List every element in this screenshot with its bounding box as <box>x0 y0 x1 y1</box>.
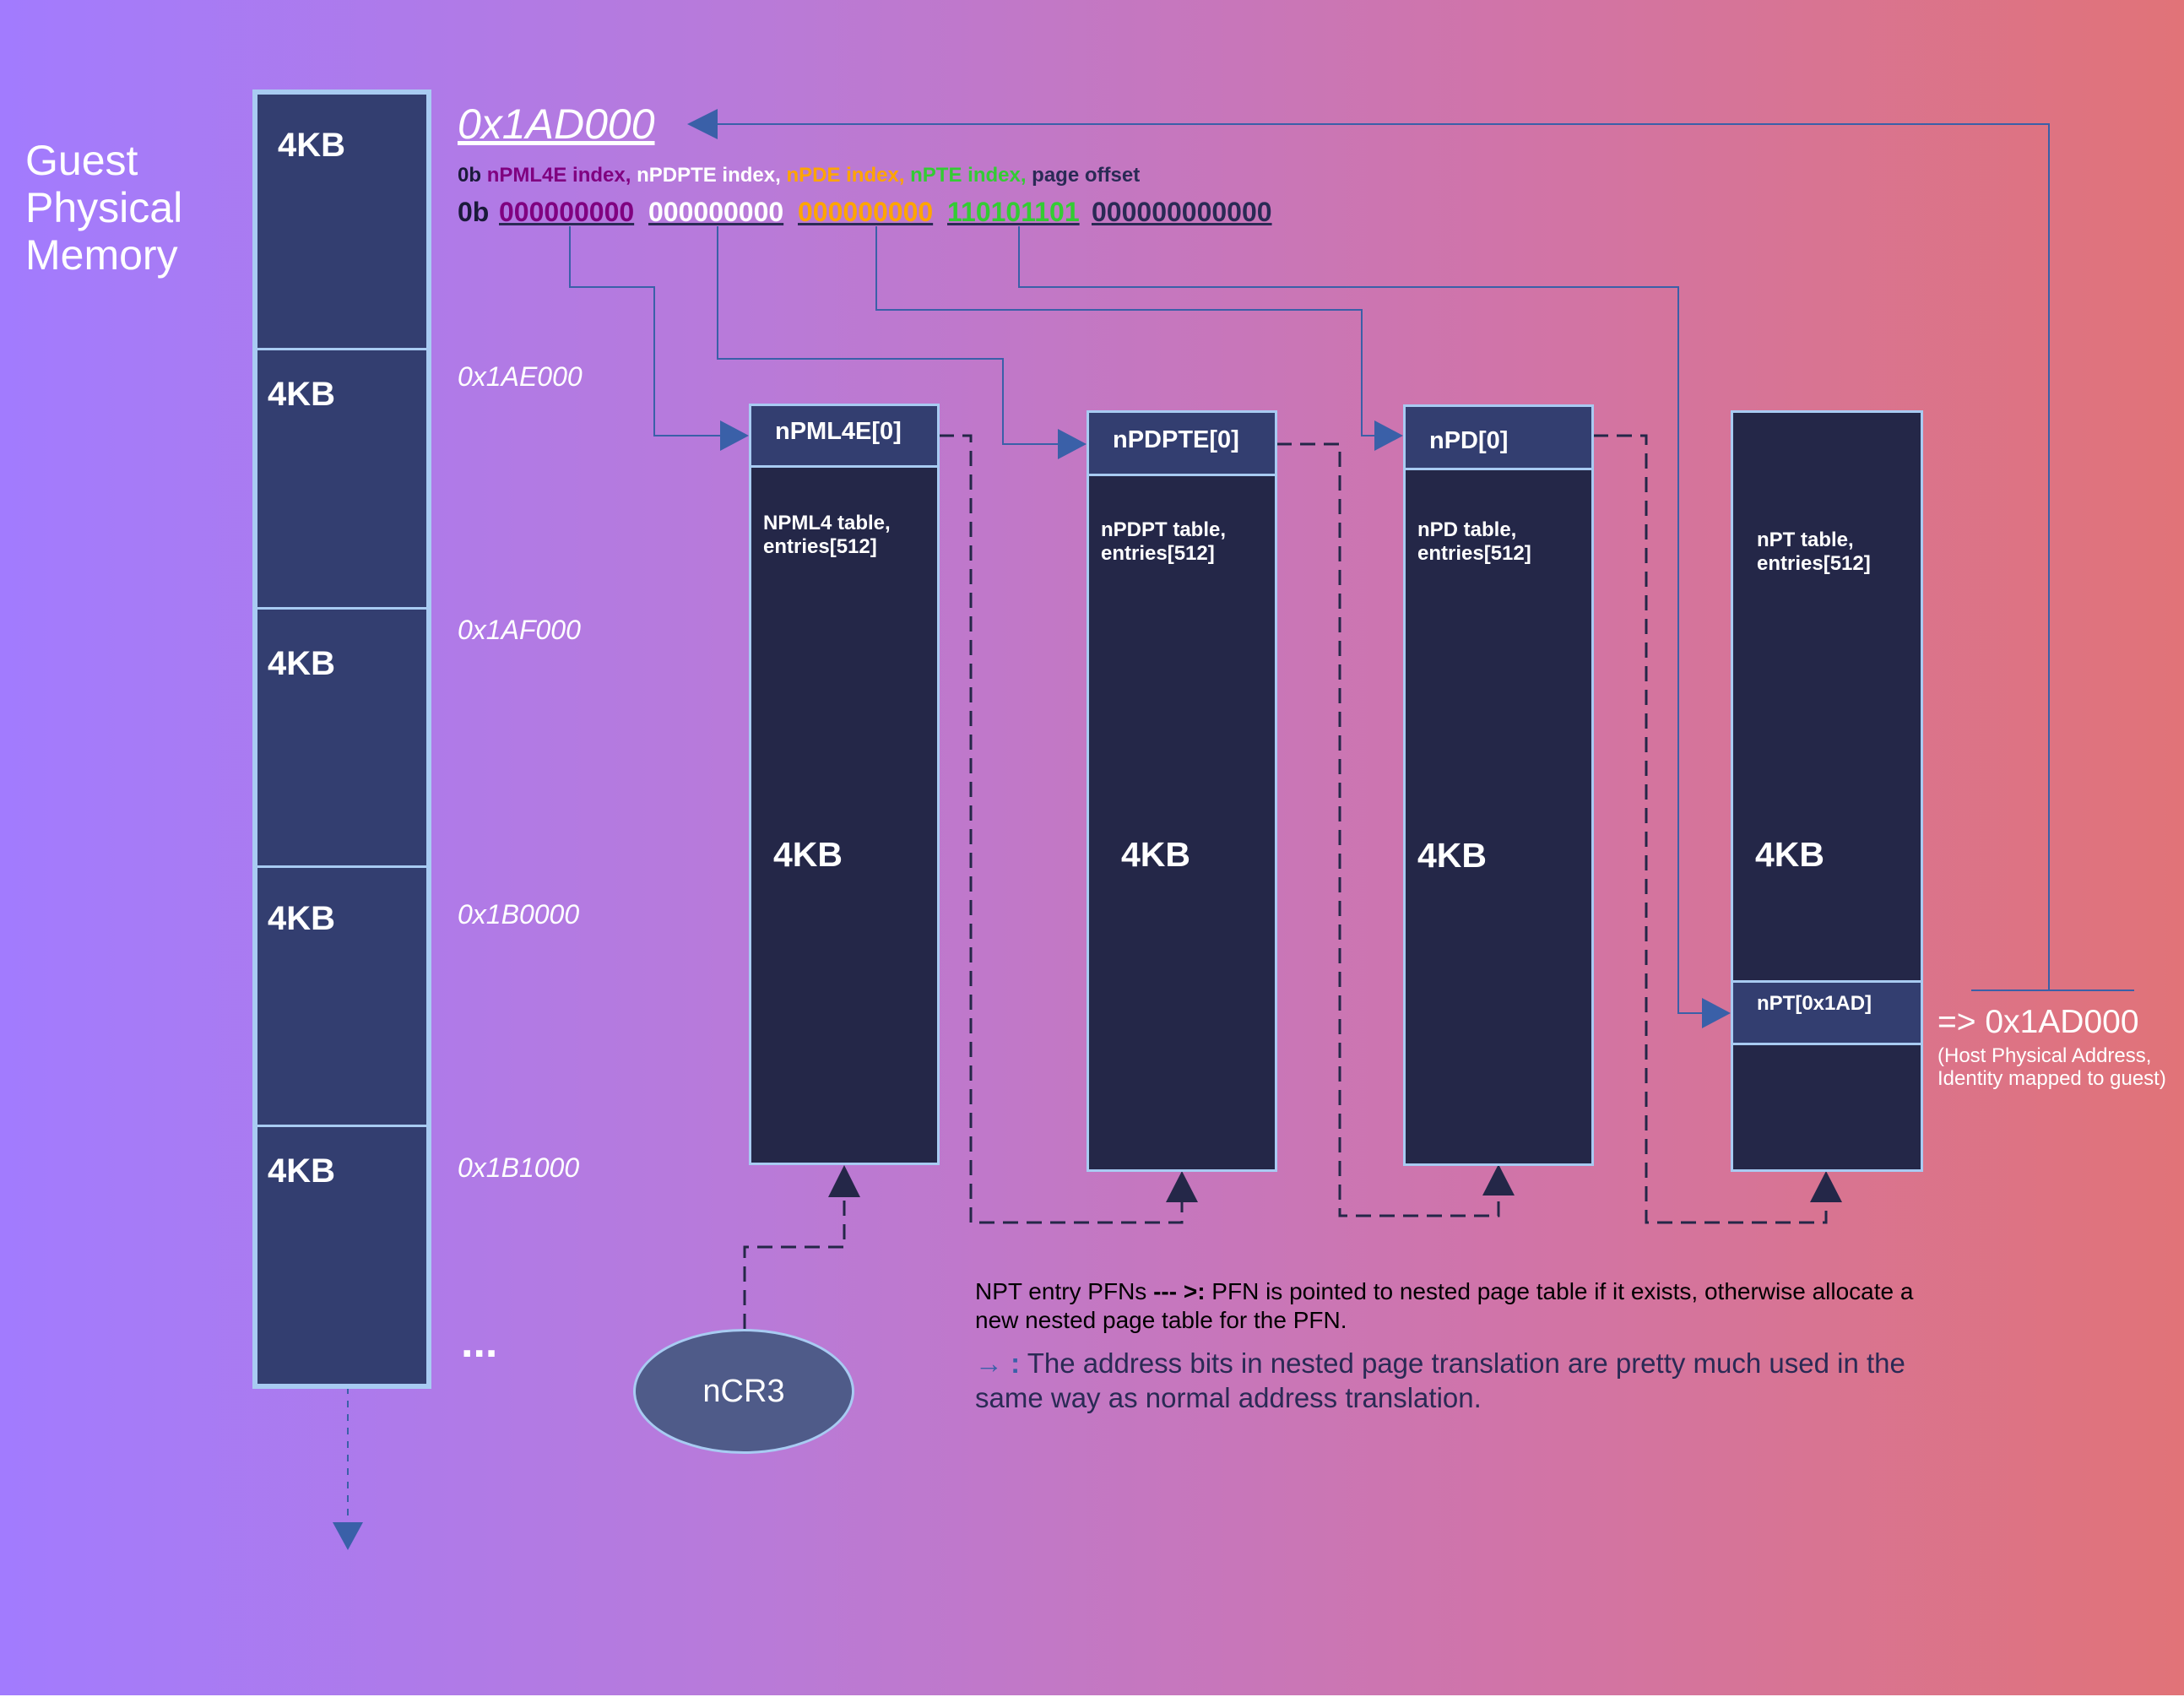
address-format-legend: 0b nPML4E index, nPDPTE index, nPDE inde… <box>458 164 1140 187</box>
ncr3-register: nCR3 <box>633 1329 854 1454</box>
table-description: nPT table, entries[512] <box>1757 529 1871 575</box>
memory-address-label: 0x1AF000 <box>458 615 581 645</box>
memory-block-size: 4KB <box>268 1152 336 1190</box>
result-note-1: (Host Physical Address, <box>1937 1044 2152 1067</box>
npdpte-arrowhead <box>1058 429 1087 459</box>
bits-npdpte: 000000000 <box>648 197 784 227</box>
memory-block: 4KB <box>252 607 431 869</box>
memory-address-label: 0x1AE000 <box>458 361 583 392</box>
ncr3-pfn-arrow <box>743 1190 846 1329</box>
npml4e-index-arrow <box>569 226 722 436</box>
guest-address-target: 0x1AD000 <box>458 100 655 148</box>
memory-ellipsis: ... <box>461 1318 498 1367</box>
memory-block: 4KB <box>252 1125 431 1389</box>
table-description: nPDPT table, entries[512] <box>1101 518 1227 565</box>
npd-table: nPD table, entries[512] 4KB <box>1403 404 1594 1166</box>
npt-entry: nPT[0x1AD] <box>1731 980 1923 1045</box>
pfn-note-c: PFN is pointed to nested page table if i… <box>1205 1278 1914 1304</box>
table-size: 4KB <box>773 835 843 874</box>
bits-npte: 110101101 <box>947 197 1080 227</box>
memory-block-size: 4KB <box>268 900 336 937</box>
memory-continuation-arrowhead <box>333 1522 363 1550</box>
npd-entry: nPD[0] <box>1403 404 1594 470</box>
pfn-note: NPT entry PFNs --- >: PFN is pointed to … <box>975 1278 1913 1305</box>
npdpte-entry: nPDPTE[0] <box>1087 410 1277 476</box>
table-size: 4KB <box>1121 835 1191 874</box>
npde-index-arrow <box>875 226 1376 436</box>
memory-block: 4KB <box>252 348 431 610</box>
pfn-note-a: NPT entry PFNs <box>975 1278 1154 1304</box>
npdpte-pfn-arrowhead <box>1482 1164 1515 1195</box>
diagram-title: Guest Physical Memory <box>25 137 182 279</box>
npml4-table: NPML4 table, entries[512] 4KB <box>749 404 940 1165</box>
bits-npde: 000000000 <box>798 197 934 227</box>
format-npte: nPTE index, <box>910 164 1027 187</box>
format-prefix: 0b <box>458 164 482 187</box>
memory-block-size: 4KB <box>268 645 336 682</box>
translation-note-colon: : <box>1003 1347 1021 1379</box>
table-description: nPD table, entries[512] <box>1417 518 1531 565</box>
pfn-note-line-2: new nested page table for the PFN. <box>975 1307 1347 1333</box>
memory-address-label: 0x1B1000 <box>458 1152 580 1183</box>
ncr3-arrowhead <box>828 1165 860 1197</box>
memory-block: 4KB <box>252 865 431 1127</box>
npdpt-table: nPDPT table, entries[512] 4KB <box>1087 410 1277 1172</box>
table-description: NPML4 table, entries[512] <box>763 512 891 558</box>
feedback-arrowhead <box>687 109 718 139</box>
bits-offset: 000000000000 <box>1092 197 1272 227</box>
npt-table: nPT table, entries[512] 4KB <box>1731 410 1923 1172</box>
npte-arrowhead <box>1702 998 1731 1028</box>
pfn-note-arrow: --- >: <box>1153 1278 1206 1304</box>
bits-prefix: 0b <box>458 197 490 227</box>
arrow-icon: → <box>975 1347 1003 1379</box>
title-line-2: Physical <box>25 184 183 231</box>
title-line-3: Memory <box>25 231 178 279</box>
format-offset: page offset <box>1032 164 1141 187</box>
npml4e-entry: nPML4E[0] <box>749 404 940 468</box>
translation-note-line-2: same way as normal address translation. <box>975 1382 1482 1413</box>
memory-block-size: 4KB <box>278 127 346 164</box>
result-address: => 0x1AD000 <box>1937 1004 2139 1040</box>
translation-note: → : The address bits in nested page tran… <box>975 1347 1905 1380</box>
bits-npml4e: 000000000 <box>499 197 635 227</box>
format-npde: nPDE index, <box>786 164 905 187</box>
memory-block-size: 4KB <box>268 376 336 413</box>
npml4e-arrowhead <box>720 420 749 451</box>
npde-arrowhead <box>1374 420 1403 451</box>
translation-note-text: The address bits in nested page translat… <box>1020 1347 1905 1379</box>
memory-block: 4KB <box>252 89 431 350</box>
table-size: 4KB <box>1417 836 1488 875</box>
table-size: 4KB <box>1755 835 1825 874</box>
format-npdpte: nPDPTE index, <box>637 164 781 187</box>
memory-address-label: 0x1B0000 <box>458 899 580 930</box>
result-note-2: Identity mapped to guest) <box>1937 1067 2166 1090</box>
npd-pfn-arrowhead <box>1810 1171 1842 1202</box>
npml4e-pfn-arrowhead <box>1166 1171 1198 1202</box>
format-npml4e: nPML4E index, <box>486 164 631 187</box>
title-line-1: Guest <box>25 137 138 184</box>
